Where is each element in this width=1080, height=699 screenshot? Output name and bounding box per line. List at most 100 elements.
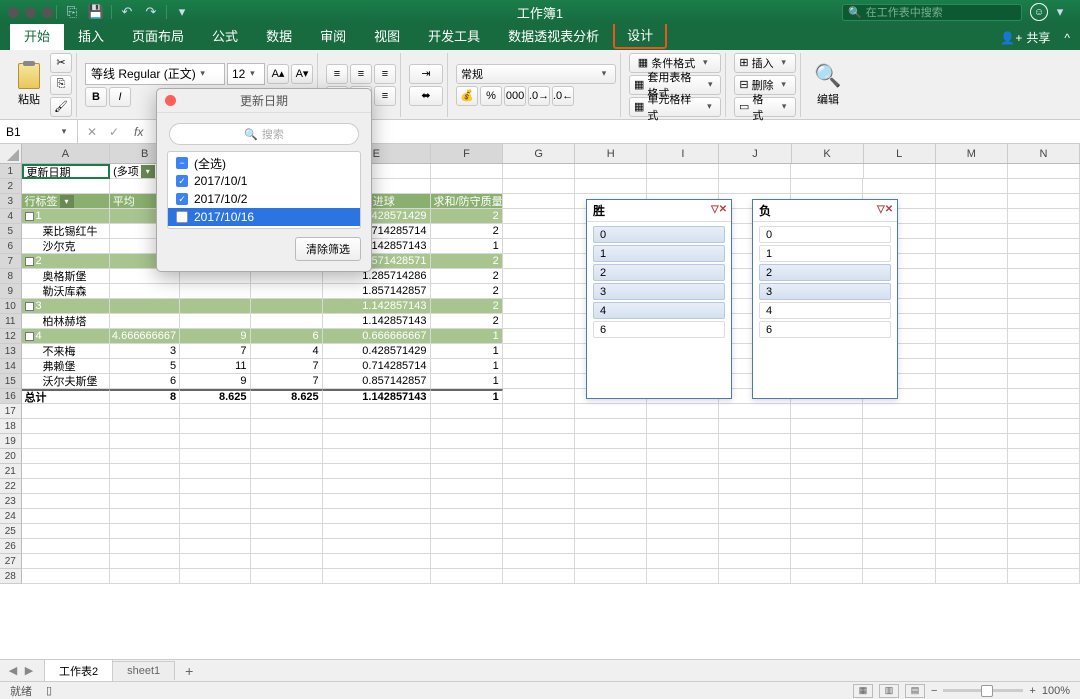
cell[interactable] (936, 359, 1008, 374)
more-icon[interactable]: ▾ (1048, 2, 1072, 22)
cell[interactable] (647, 554, 719, 569)
merge-cells-icon[interactable]: ⬌ (409, 86, 443, 106)
cell[interactable]: 9 (180, 329, 250, 344)
cell[interactable] (575, 539, 647, 554)
slicer-item[interactable]: 2 (593, 264, 725, 281)
filter-item[interactable]: 2017/10/16 (168, 208, 360, 226)
cell[interactable]: 7 (251, 374, 323, 389)
cell[interactable] (863, 449, 935, 464)
collapse-icon[interactable]: − (25, 212, 34, 221)
cell[interactable] (863, 479, 935, 494)
cell[interactable]: 8 (110, 389, 180, 404)
cell[interactable] (503, 434, 575, 449)
filter-search-input[interactable]: 🔍 搜索 (169, 123, 359, 145)
collapse-icon[interactable]: − (25, 302, 34, 311)
cell[interactable] (431, 479, 503, 494)
format-cells-button[interactable]: ▭格式▾ (734, 97, 796, 117)
slicer-item[interactable]: 6 (759, 321, 891, 338)
cell[interactable] (503, 464, 575, 479)
cell[interactable] (251, 419, 323, 434)
cell[interactable] (180, 419, 250, 434)
cell[interactable] (503, 164, 575, 179)
cell[interactable] (719, 464, 791, 479)
cell[interactable] (323, 509, 431, 524)
cell[interactable] (1008, 419, 1080, 434)
cell[interactable]: 2 (431, 284, 503, 299)
column-header[interactable]: F (431, 144, 503, 163)
cell[interactable] (575, 164, 647, 179)
cell[interactable] (936, 224, 1008, 239)
cell[interactable] (575, 179, 647, 194)
cell[interactable] (323, 569, 431, 584)
cell[interactable] (503, 539, 575, 554)
cell[interactable] (936, 464, 1008, 479)
zoom-level[interactable]: 100% (1042, 685, 1070, 697)
cell[interactable] (791, 554, 863, 569)
select-all-corner[interactable] (0, 144, 22, 164)
cell[interactable]: 2 (431, 314, 503, 329)
cell[interactable]: 更新日期 (22, 164, 111, 179)
row-header[interactable]: 20 (0, 449, 22, 464)
cell[interactable]: 3 (110, 344, 180, 359)
cell[interactable] (936, 419, 1008, 434)
cell[interactable] (936, 569, 1008, 584)
sheet-first-icon[interactable]: ◀ (6, 664, 20, 677)
filter-dropdown-icon[interactable]: ▾ (141, 165, 155, 178)
slicer-item[interactable]: 2 (759, 264, 891, 281)
cell[interactable] (647, 539, 719, 554)
column-header[interactable]: I (647, 144, 719, 163)
cell[interactable] (863, 494, 935, 509)
row-header[interactable]: 24 (0, 509, 22, 524)
cell[interactable] (719, 404, 791, 419)
cell[interactable] (936, 344, 1008, 359)
cell[interactable] (323, 539, 431, 554)
cell[interactable] (936, 404, 1008, 419)
cell[interactable] (575, 449, 647, 464)
cell[interactable] (936, 449, 1008, 464)
cell[interactable]: 求和/防守质量 (431, 194, 503, 209)
cell[interactable] (936, 194, 1008, 209)
confirm-formula-icon[interactable]: ✓ (104, 122, 124, 142)
filter-item[interactable]: ✓2017/10/1 (168, 172, 360, 190)
cell[interactable] (503, 179, 575, 194)
slicer-item[interactable]: 3 (759, 283, 891, 300)
cell[interactable] (110, 314, 180, 329)
cell[interactable] (791, 479, 863, 494)
cell[interactable] (1008, 269, 1080, 284)
cell[interactable] (575, 419, 647, 434)
cell[interactable] (180, 494, 250, 509)
checkbox-icon[interactable]: ✓ (176, 193, 188, 205)
cell[interactable]: 1 (431, 359, 503, 374)
cell[interactable] (719, 419, 791, 434)
cell[interactable] (1008, 404, 1080, 419)
cell[interactable]: 行标签▾ (22, 194, 110, 209)
row-header[interactable]: 10 (0, 299, 22, 314)
cell[interactable] (431, 494, 503, 509)
cell[interactable] (1008, 554, 1080, 569)
cell[interactable] (431, 524, 503, 539)
cell[interactable] (719, 539, 791, 554)
cell[interactable] (647, 509, 719, 524)
row-header[interactable]: 3 (0, 194, 22, 209)
cell[interactable] (503, 344, 575, 359)
cell[interactable] (936, 524, 1008, 539)
cell[interactable] (936, 314, 1008, 329)
column-header[interactable]: M (936, 144, 1008, 163)
cell[interactable] (180, 479, 250, 494)
close-icon[interactable] (165, 95, 176, 106)
cell[interactable] (251, 314, 323, 329)
bold-button[interactable]: B (85, 87, 107, 107)
fx-icon[interactable]: fx (134, 125, 143, 139)
cell[interactable]: 6 (110, 374, 180, 389)
comma-icon[interactable]: 000 (504, 86, 526, 106)
sheet-tab[interactable]: 工作表2 (44, 659, 113, 682)
cell[interactable]: 莱比锡红牛 (22, 224, 110, 239)
cell[interactable] (110, 464, 180, 479)
cell[interactable] (431, 509, 503, 524)
cell[interactable] (936, 554, 1008, 569)
slicer-item[interactable]: 3 (593, 283, 725, 300)
cell[interactable] (647, 464, 719, 479)
row-header[interactable]: 7 (0, 254, 22, 269)
tab-view[interactable]: 视图 (360, 22, 414, 50)
cell[interactable] (22, 449, 110, 464)
